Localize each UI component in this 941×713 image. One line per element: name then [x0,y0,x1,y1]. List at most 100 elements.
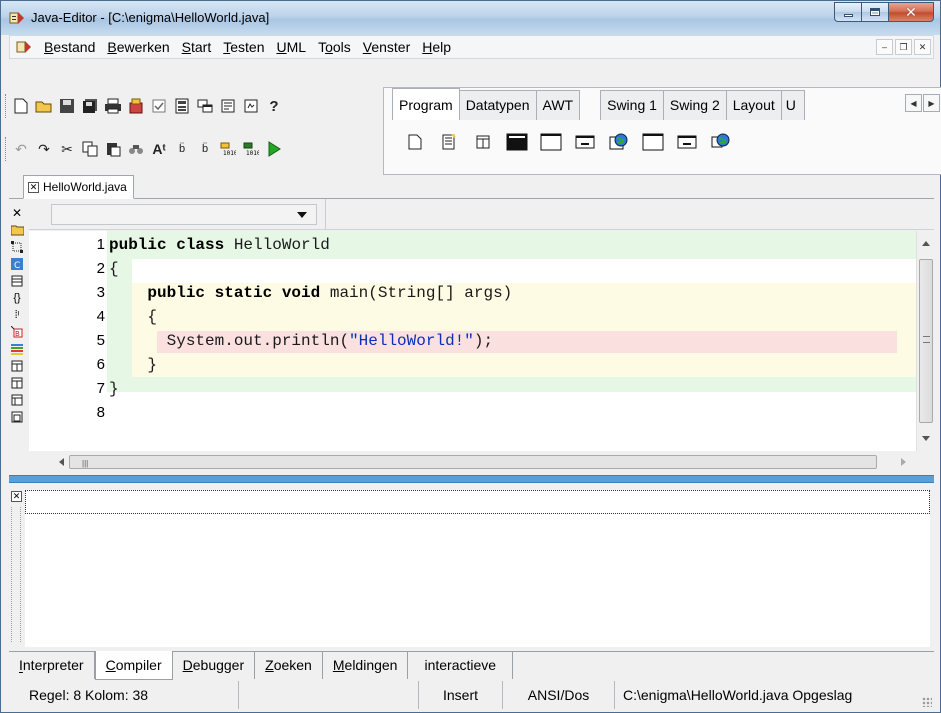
document-system-menu-icon[interactable] [16,39,32,55]
frame-tool[interactable] [11,409,24,424]
indent-button[interactable]: b̈ [172,139,192,159]
print-button[interactable] [103,96,123,116]
tab-u[interactable]: U [780,90,805,120]
copy-button[interactable] [80,139,100,159]
new-web-applet-tool[interactable] [608,132,630,152]
tab-interpreter[interactable]: Interpreter [9,652,95,679]
undo-button[interactable]: ↶ [11,139,31,159]
scroll-up-icon[interactable] [922,241,930,246]
panel-tool-2[interactable] [11,375,24,390]
menu-help[interactable]: Help [416,36,457,58]
config-button[interactable] [241,96,261,116]
save-all-button[interactable] [80,96,100,116]
new-file-button[interactable] [11,96,31,116]
tab-scroll-left-button[interactable]: ◀ [905,94,922,112]
tab-debugger[interactable]: Debugger [172,652,256,679]
open-file-button[interactable] [34,96,54,116]
label-tool[interactable]: ⁞ᶦ [11,307,24,322]
minimize-button[interactable] [834,2,861,22]
new-applet-tool[interactable] [472,132,494,152]
selection-tool[interactable] [11,239,24,254]
scroll-left-icon[interactable] [59,458,64,466]
window-button[interactable] [195,96,215,116]
code-line[interactable]: public static void main(String[] args) [109,282,512,305]
save-button[interactable] [57,96,77,116]
panel-tool-1[interactable] [11,358,24,373]
toolbar-grip[interactable] [5,94,8,118]
paste-button[interactable] [103,139,123,159]
editor-vertical-scrollbar[interactable] [916,231,934,451]
menu-testen[interactable]: Testen [217,36,270,58]
close-icon[interactable]: ✕ [28,181,39,193]
compile-button[interactable] [126,96,146,116]
uncomment-button[interactable]: 1010 [241,139,261,159]
redo-button[interactable]: ↷ [34,139,54,159]
maximize-button[interactable] [861,2,888,22]
code-line[interactable]: { [109,306,157,329]
file-tab-helloworld[interactable]: ✕ HelloWorld.java [23,175,134,199]
tree-tool[interactable] [11,341,24,356]
tab-interactieve[interactable]: interactieve [408,652,514,679]
new-jframe-tool[interactable] [642,132,664,152]
header-splitter[interactable] [325,199,328,230]
font-button[interactable]: Aᵗ [149,139,169,159]
code-editor[interactable]: 1 2 3 4 5 6 7 8 public class HelloWorld {… [29,231,916,451]
check-button[interactable] [149,96,169,116]
cut-button[interactable]: ✂ [57,139,77,159]
editor-horizontal-scrollbar[interactable]: ||| [49,453,934,471]
tab-program[interactable]: Program [392,88,460,120]
mdi-restore-button[interactable]: ❐ [895,39,912,55]
comment-button[interactable]: 1010 [218,139,238,159]
toolbar-grip[interactable] [5,137,8,161]
code-line[interactable]: { [109,258,119,281]
new-class-tool[interactable] [404,132,426,152]
tab-scroll-right-button[interactable]: ▶ [923,94,940,112]
code-line[interactable]: public class HelloWorld [109,234,330,257]
resize-grip-icon[interactable] [922,697,932,707]
close-icon[interactable]: ✕ [11,491,22,502]
folder-tool[interactable] [10,222,24,237]
tab-swing-2[interactable]: Swing 2 [662,90,727,120]
structure-button[interactable] [172,96,192,116]
close-button[interactable]: ✕ [888,2,934,22]
code-line[interactable]: } [109,378,119,401]
tab-datatypen[interactable]: Datatypen [458,90,537,120]
help-button[interactable]: ? [264,96,284,116]
close-structure-button[interactable]: ✕ [11,205,24,220]
code-line[interactable]: } [109,354,157,377]
list-tool[interactable] [11,273,24,288]
new-frame-tool[interactable] [540,132,562,152]
unindent-button[interactable]: b̈ [195,139,215,159]
braces-tool[interactable]: {} [11,290,24,305]
menu-venster[interactable]: Venster [357,36,417,58]
tab-zoeken[interactable]: Zoeken [255,652,323,679]
find-button[interactable] [126,139,146,159]
tab-meldingen[interactable]: Meldingen [322,652,409,679]
compiler-output-area[interactable] [25,514,930,647]
tab-awt[interactable]: AWT [535,90,581,120]
horizontal-scroll-thumb[interactable]: ||| [69,455,877,469]
tab-compiler[interactable]: Compiler [94,651,173,680]
title-bar[interactable]: Java-Editor - [C:\enigma\HelloWorld.java… [1,1,940,35]
vertical-scroll-thumb[interactable] [919,259,933,423]
tab-swing-1[interactable]: Swing 1 [600,90,664,120]
class-tool[interactable]: C [11,256,24,271]
menu-tools[interactable]: Tools [312,36,357,58]
new-console-tool[interactable] [506,132,528,152]
run-button[interactable] [264,139,284,159]
scroll-down-icon[interactable] [922,436,930,441]
new-jdialog-tool[interactable] [676,132,698,152]
menu-bewerken[interactable]: Bewerken [101,36,175,58]
menu-start[interactable]: Start [176,36,218,58]
jar-button[interactable] [218,96,238,116]
scroll-right-icon[interactable] [901,458,906,466]
new-japplet-tool[interactable] [710,132,732,152]
new-text-tool[interactable] [438,132,460,152]
mdi-close-button[interactable]: ✕ [914,39,931,55]
button-tool[interactable]: B [11,324,24,339]
code-line[interactable]: System.out.println("HelloWorld!"); [109,330,493,353]
new-dialog-tool[interactable] [574,132,596,152]
menu-bestand[interactable]: Bestand [38,36,101,58]
compiler-output-line[interactable] [25,490,930,514]
window-tool[interactable] [11,392,24,407]
